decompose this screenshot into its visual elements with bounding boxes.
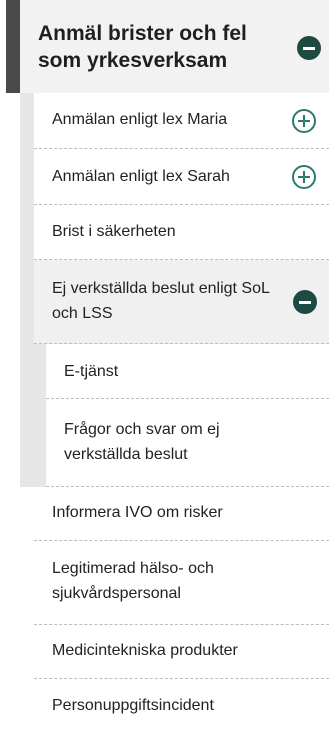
plus-circle-icon[interactable] [292, 109, 316, 133]
plus-circle-icon[interactable] [292, 165, 316, 189]
nav-item-label: Informera IVO om risker [52, 504, 223, 521]
nav-item-informera-risker[interactable]: Informera IVO om risker [34, 487, 329, 541]
nav-section-header[interactable]: Anmäl brister och fel som yrkesverksam [20, 0, 329, 93]
nav-item-label: E-tjänst [64, 363, 119, 380]
side-navigation: Anmäl brister och fel som yrkesverksam A… [0, 0, 329, 731]
nav-item-medicintekniska[interactable]: Medicintekniska produkter [34, 625, 329, 679]
nav-item-lex-sarah[interactable]: Anmälan enligt lex Sarah [34, 149, 329, 205]
minus-circle-icon[interactable] [293, 290, 317, 314]
nav-edge [0, 0, 8, 731]
nav-item-label: Personuppgiftsincident [52, 697, 214, 714]
nav-subitem-e-tjanst[interactable]: E-tjänst [46, 344, 329, 399]
nav-item-legitimerad-personal[interactable]: Legitimerad hälso- och sjukvårdspersonal [34, 541, 329, 625]
nav-item-label: Anmälan enligt lex Sarah [52, 168, 230, 185]
nav-item-personuppgiftsincident[interactable]: Personuppgiftsincident [34, 679, 329, 731]
nav-indent-gutter [20, 93, 34, 487]
nav-item-label: Brist i säkerheten [52, 223, 176, 240]
nav-item-brist-sakerheten[interactable]: Brist i säkerheten [34, 205, 329, 260]
nav-item-label: Legitimerad hälso- och sjukvårdspersonal [52, 560, 214, 602]
nav-item-label: Frågor och svar om ej verkställda beslut [64, 421, 220, 463]
nav-item-lex-maria[interactable]: Anmälan enligt lex Maria [34, 93, 329, 149]
nav-item-ej-verkstallda[interactable]: Ej verkställda beslut enligt SoL och LSS [34, 260, 329, 344]
nav-item-label: Anmälan enligt lex Maria [52, 111, 228, 128]
nav-section-title: Anmäl brister och fel som yrkesverksam [38, 22, 247, 72]
active-indicator [6, 0, 20, 93]
minus-circle-icon[interactable] [297, 36, 321, 60]
nav-indent-gutter [34, 344, 46, 487]
nav-item-label: Medicintekniska produkter [52, 642, 238, 659]
nav-item-label: Ej verkställda beslut enligt SoL och LSS [52, 280, 270, 322]
nav-subitem-fragor-svar[interactable]: Frågor och svar om ej verkställda beslut [46, 399, 329, 487]
